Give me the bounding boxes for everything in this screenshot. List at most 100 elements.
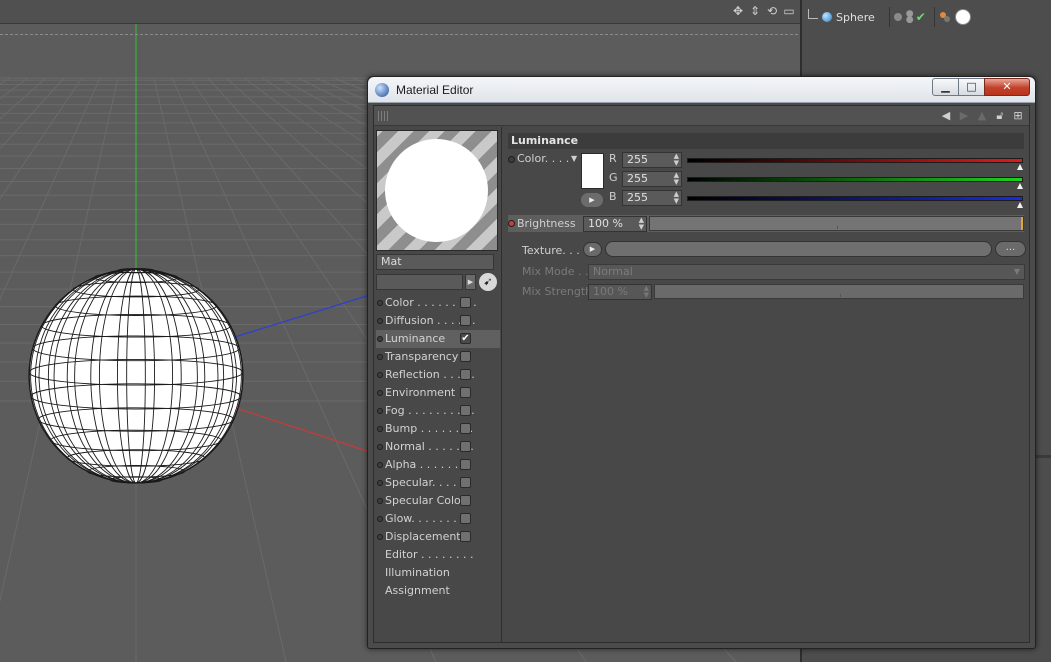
- red-value-field[interactable]: 255 ▲ ▼: [622, 152, 682, 168]
- brightness-slider[interactable]: [649, 216, 1024, 231]
- pick-material-button[interactable]: ➹: [479, 273, 497, 291]
- channel-checkbox[interactable]: [460, 441, 471, 452]
- visibility-dots-icon[interactable]: ● ●: [906, 10, 916, 25]
- channel-checkbox[interactable]: [460, 351, 471, 362]
- maximize-view-icon[interactable]: ▭: [782, 4, 796, 18]
- spin-arrows-icon[interactable]: ▲ ▼: [644, 285, 649, 299]
- forward-arrow-icon[interactable]: ▶: [957, 108, 971, 123]
- grip-icon[interactable]: [378, 111, 390, 121]
- mix-strength-slider[interactable]: [654, 284, 1024, 299]
- color-expand-button[interactable]: ▶: [581, 193, 603, 207]
- mix-mode-value: Normal: [593, 265, 633, 278]
- material-tag-thumbnail[interactable]: [954, 9, 971, 25]
- back-arrow-icon[interactable]: ◀: [939, 108, 953, 123]
- channel-label: Luminance: [385, 332, 446, 345]
- texture-field[interactable]: [605, 241, 992, 257]
- blue-slider[interactable]: [687, 196, 1023, 201]
- channel-item[interactable]: Color . . . . . . . . .: [376, 294, 500, 312]
- color-mode-dropdown-icon[interactable]: ▼: [571, 154, 577, 163]
- layer-dot-icon[interactable]: [893, 13, 902, 21]
- color-swatch[interactable]: [581, 153, 604, 189]
- enabled-check-icon[interactable]: ✔: [916, 10, 926, 24]
- channel-item[interactable]: Assignment: [376, 582, 500, 600]
- texture-options-button[interactable]: ▶: [583, 242, 602, 257]
- mix-strength-value-field[interactable]: 100 % ▲ ▼: [588, 284, 652, 300]
- up-arrow-icon[interactable]: ▲: [975, 108, 989, 123]
- channel-checkbox[interactable]: [460, 387, 471, 398]
- channel-item[interactable]: Diffusion . . . . . .: [376, 312, 500, 330]
- channel-checkbox[interactable]: [460, 315, 471, 326]
- lock-icon[interactable]: 🔓︎: [993, 108, 1007, 123]
- sphere-wireframe: [28, 267, 244, 484]
- spin-arrows-icon[interactable]: ▲ ▼: [674, 153, 679, 167]
- g-label: G: [609, 171, 618, 184]
- texture-label: Texture. . . .: [522, 244, 587, 257]
- channel-checkbox[interactable]: [460, 513, 471, 524]
- channel-item[interactable]: Transparency: [376, 348, 500, 366]
- channel-item[interactable]: Luminance ✔: [376, 330, 500, 348]
- channel-dot-icon: [377, 390, 383, 396]
- channel-checkbox[interactable]: [460, 369, 471, 380]
- channel-checkbox[interactable]: [460, 405, 471, 416]
- channel-item[interactable]: Normal . . . . . . .: [376, 438, 500, 456]
- channel-dot-icon: [377, 426, 383, 432]
- zoom-view-icon[interactable]: ⇕: [748, 4, 762, 18]
- minimize-button[interactable]: ▁: [932, 78, 959, 96]
- mix-mode-select[interactable]: Normal ▼: [588, 264, 1025, 280]
- title-bar[interactable]: Material Editor ▁ □ ✕: [368, 77, 1035, 103]
- channel-checkbox[interactable]: [460, 423, 471, 434]
- channel-item[interactable]: Displacement: [376, 528, 500, 546]
- channel-item[interactable]: Editor . . . . . . . .: [376, 546, 500, 564]
- color-animation-dot[interactable]: [508, 156, 515, 163]
- channel-item[interactable]: Specular Color: [376, 492, 500, 510]
- close-button[interactable]: ✕: [984, 78, 1030, 96]
- spin-arrows-icon[interactable]: ▲ ▼: [639, 217, 644, 231]
- brightness-keyframe-dot[interactable]: [508, 220, 515, 227]
- move-view-icon[interactable]: ✥: [731, 4, 745, 18]
- z-axis-line: [224, 294, 371, 341]
- channel-checkbox[interactable]: [460, 297, 471, 308]
- rotate-view-icon[interactable]: ⟲: [765, 4, 779, 18]
- material-name-field[interactable]: Mat: [376, 254, 494, 270]
- channel-label: Displacement: [385, 530, 461, 543]
- channel-checkbox[interactable]: ✔: [460, 333, 471, 344]
- material-preview[interactable]: [376, 130, 498, 251]
- channel-checkbox[interactable]: [460, 531, 471, 542]
- channel-dot-icon: [377, 516, 383, 522]
- spin-arrows-icon[interactable]: ▲ ▼: [674, 172, 679, 186]
- channel-label: Environment: [385, 386, 456, 399]
- channel-item[interactable]: Bump . . . . . . . .: [376, 420, 500, 438]
- channel-item[interactable]: Reflection . . . . .: [376, 366, 500, 384]
- blue-value-field[interactable]: 255 ▲ ▼: [622, 190, 682, 206]
- preview-options-arrow[interactable]: ▶: [465, 274, 476, 290]
- red-slider[interactable]: [687, 158, 1023, 163]
- channel-item[interactable]: Environment: [376, 384, 500, 402]
- editor-toolbar: ◀ ▶ ▲ 🔓︎ ⊞: [374, 106, 1029, 126]
- red-slider-handle[interactable]: [1017, 164, 1023, 170]
- channel-item[interactable]: Fog . . . . . . . . . .: [376, 402, 500, 420]
- channel-checkbox[interactable]: [460, 495, 471, 506]
- green-slider[interactable]: [687, 177, 1023, 182]
- spin-arrows-icon[interactable]: ▲ ▼: [674, 191, 679, 205]
- green-slider-handle[interactable]: [1017, 183, 1023, 189]
- preview-options-field[interactable]: [376, 274, 463, 290]
- blue-slider-handle[interactable]: [1017, 202, 1023, 208]
- channel-item[interactable]: Illumination: [376, 564, 500, 582]
- phong-tag-icon[interactable]: [939, 11, 951, 23]
- section-header: Luminance: [508, 133, 1024, 149]
- mix-strength-value: 100 %: [593, 285, 628, 298]
- channel-checkbox[interactable]: [460, 477, 471, 488]
- object-row-sphere[interactable]: Sphere ● ● ✔: [808, 6, 1048, 28]
- green-value: 255: [627, 172, 648, 185]
- brightness-value-field[interactable]: 100 % ▲ ▼: [583, 216, 647, 232]
- texture-browse-button[interactable]: ...: [995, 241, 1026, 257]
- maximize-button[interactable]: □: [958, 78, 985, 96]
- channel-item[interactable]: Glow. . . . . . . . .: [376, 510, 500, 528]
- channel-item[interactable]: Specular. . . . . .: [376, 474, 500, 492]
- new-window-icon[interactable]: ⊞: [1011, 108, 1025, 123]
- channel-item[interactable]: Alpha . . . . . . . .: [376, 456, 500, 474]
- channel-dot-icon: [377, 408, 383, 414]
- green-value-field[interactable]: 255 ▲ ▼: [622, 171, 682, 187]
- channel-checkbox[interactable]: [460, 459, 471, 470]
- object-name[interactable]: Sphere: [836, 11, 875, 24]
